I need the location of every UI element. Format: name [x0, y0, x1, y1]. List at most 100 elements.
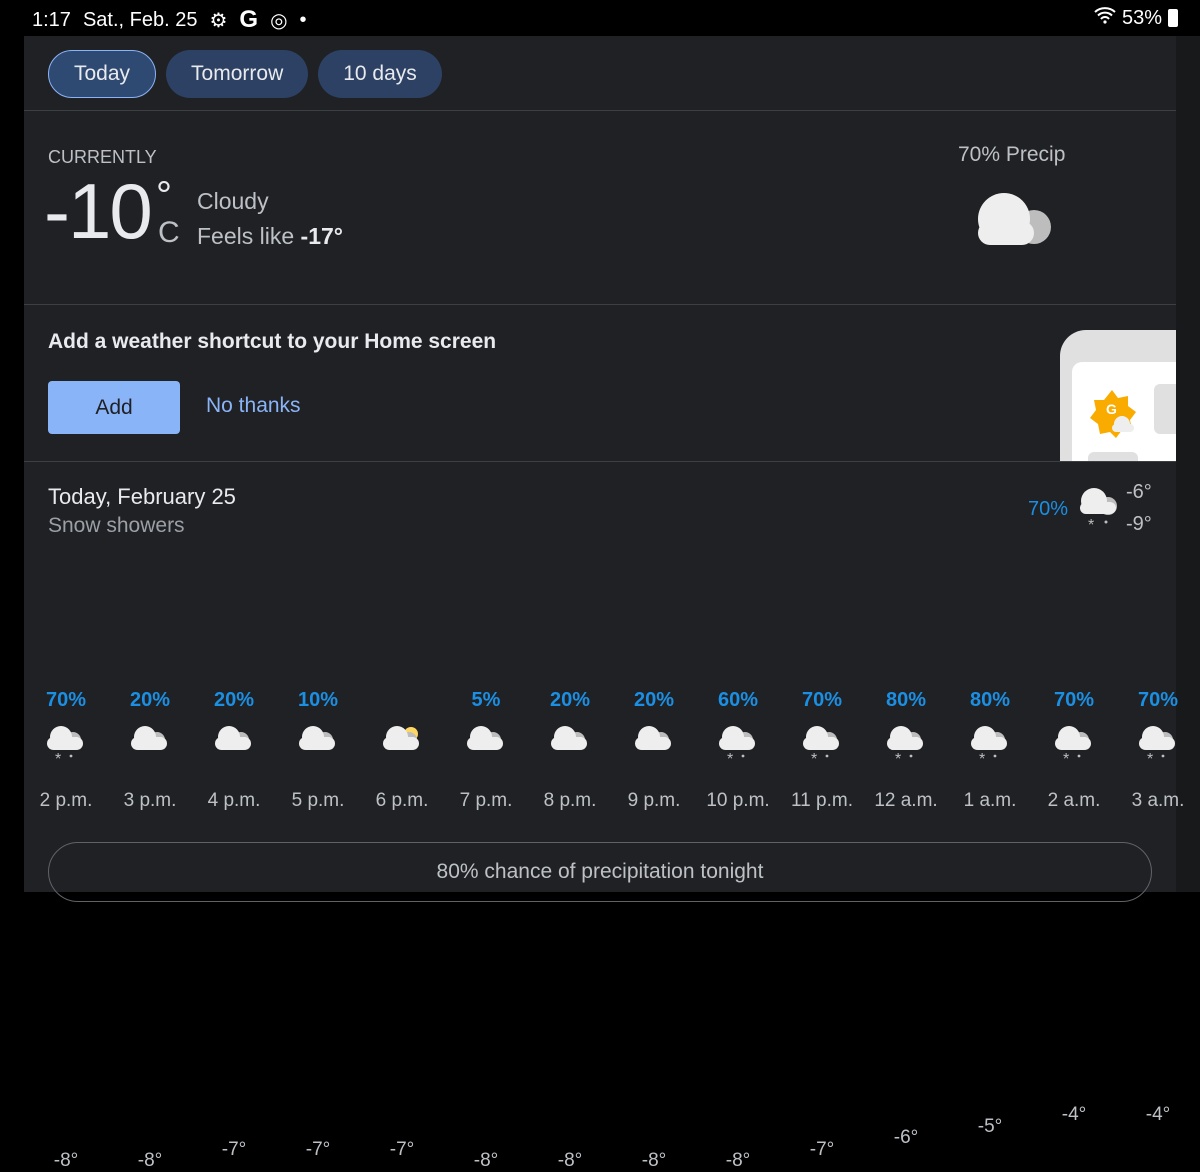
clock: 1:17	[32, 8, 71, 31]
day-precip: 70%	[1028, 498, 1069, 520]
hour-temp: -8°	[725, 1150, 751, 1171]
hour-temp: -7°	[389, 1138, 415, 1160]
hour-time: 6 p.m.	[375, 790, 429, 811]
day-high: -6°	[1126, 481, 1152, 503]
snow-icon: *	[24, 724, 108, 764]
hour-temp: -8°	[641, 1150, 667, 1171]
temp-unit[interactable]: C	[158, 216, 180, 250]
svg-text:*: *	[55, 751, 61, 764]
hour-precip: 80%	[969, 689, 1011, 711]
hour-time: 8 p.m.	[543, 790, 597, 811]
snow-icon: *	[1116, 724, 1200, 764]
add-shortcut-button[interactable]: Add	[48, 381, 180, 434]
svg-text:*: *	[895, 751, 901, 764]
cloud-icon	[444, 724, 528, 764]
divider	[24, 304, 1176, 305]
cloud-icon	[192, 724, 276, 764]
hour-time: 5 p.m.	[291, 790, 345, 811]
hour-temp: -4°	[1145, 1104, 1171, 1125]
tab-bar: Today Tomorrow 10 days	[48, 50, 442, 98]
hour-time: 7 p.m.	[459, 790, 513, 811]
cloud-icon	[528, 724, 612, 764]
widget-placeholder	[1154, 384, 1176, 434]
partly-cloudy-icon	[360, 724, 444, 764]
cloud-icon	[108, 724, 192, 764]
gear-icon: ⚙	[209, 9, 228, 32]
battery-icon	[1168, 9, 1178, 27]
hour-precip: 20%	[129, 689, 171, 711]
current-temp: -10	[44, 167, 153, 255]
condition-text: Cloudy	[197, 188, 269, 214]
current-condition: Cloudy Feels like -17°	[197, 184, 343, 254]
status-bar: 1:17 Sat., Feb. 25 ⚙ G ◎ • 53%	[0, 0, 1200, 36]
hour-time: 9 p.m.	[627, 790, 681, 811]
hour-time: 12 a.m.	[874, 790, 938, 811]
hour-temp: -8°	[557, 1150, 583, 1171]
svg-text:*: *	[1147, 751, 1153, 764]
snow-icon: *	[948, 724, 1032, 764]
hour-temp: -7°	[809, 1138, 835, 1160]
day-subtitle: Snow showers	[48, 514, 185, 537]
day-title: Today, February 25	[48, 484, 236, 509]
hour-temp: -7°	[221, 1138, 247, 1160]
svg-text:*: *	[811, 751, 817, 764]
cloud-icon	[276, 724, 360, 764]
snow-icon: *	[1032, 724, 1116, 764]
degree-symbol: °	[156, 174, 172, 218]
divider	[24, 110, 1176, 111]
snow-icon: *	[696, 724, 780, 764]
cloudy-icon	[978, 193, 1051, 245]
hour-temp: -8°	[137, 1150, 163, 1171]
hour-precip: 20%	[549, 689, 591, 711]
hour-temp: -6°	[893, 1127, 919, 1148]
day-low: -9°	[1126, 513, 1152, 535]
battery-percent: 53%	[1121, 6, 1162, 29]
tab-10-days[interactable]: 10 days	[318, 50, 442, 98]
phone-screen: G	[1072, 362, 1176, 461]
divider	[24, 461, 1176, 462]
hour-precip: 70%	[1137, 689, 1179, 711]
hour-time: 2 p.m.	[39, 790, 93, 811]
temperature-chart	[24, 566, 1176, 676]
hour-precip: 80%	[885, 689, 927, 711]
hour-time: 2 a.m.	[1047, 790, 1101, 811]
hour-temp: -5°	[977, 1115, 1003, 1137]
hour-precip: 60%	[717, 689, 759, 711]
google-icon: G	[239, 6, 259, 33]
precip-tonight-button[interactable]: 80% chance of precipitation tonight	[48, 842, 1152, 902]
snow-icon: *	[780, 724, 864, 764]
cloud-icon	[612, 724, 696, 764]
svg-text:*: *	[1088, 517, 1094, 532]
wifi-icon	[1094, 6, 1116, 30]
hour-time: 1 a.m.	[963, 790, 1017, 811]
hour-precip: 20%	[633, 689, 675, 711]
hour-time: 3 p.m.	[123, 790, 177, 811]
tab-today[interactable]: Today	[48, 50, 157, 98]
shortcut-title: Add a weather shortcut to your Home scre…	[48, 330, 497, 353]
hour-precip: 5%	[471, 689, 501, 711]
current-precip: 70% Precip	[958, 143, 1066, 166]
hour-precip: 70%	[45, 689, 87, 711]
weather-panel: Today Tomorrow 10 days CURRENTLY -10 ° C…	[24, 36, 1184, 1171]
hour-precip: 20%	[213, 689, 255, 711]
tab-tomorrow[interactable]: Tomorrow	[166, 50, 309, 98]
snow-showers-icon: *	[1080, 488, 1117, 532]
hour-time: 10 p.m.	[706, 790, 770, 811]
hour-temp: -8°	[53, 1150, 79, 1171]
feels-like-label: Feels like	[197, 223, 301, 249]
svg-text:G: G	[1106, 401, 1117, 417]
snow-icon: *	[864, 724, 948, 764]
google-weather-icon: G	[1090, 390, 1136, 438]
hour-temp: -8°	[473, 1150, 499, 1171]
hour-time: 3 a.m.	[1131, 790, 1185, 811]
target-icon: ◎	[270, 9, 288, 32]
date: Sat., Feb. 25	[82, 8, 198, 31]
no-thanks-button[interactable]: No thanks	[206, 394, 301, 418]
hour-temp: -7°	[305, 1138, 331, 1160]
feels-like: Feels like -17°	[197, 219, 343, 254]
dot-icon: •	[299, 8, 307, 31]
svg-text:*: *	[1063, 751, 1069, 764]
hour-precip: 70%	[1053, 689, 1095, 711]
feels-like-value: -17°	[300, 223, 343, 249]
svg-text:*: *	[979, 751, 985, 764]
